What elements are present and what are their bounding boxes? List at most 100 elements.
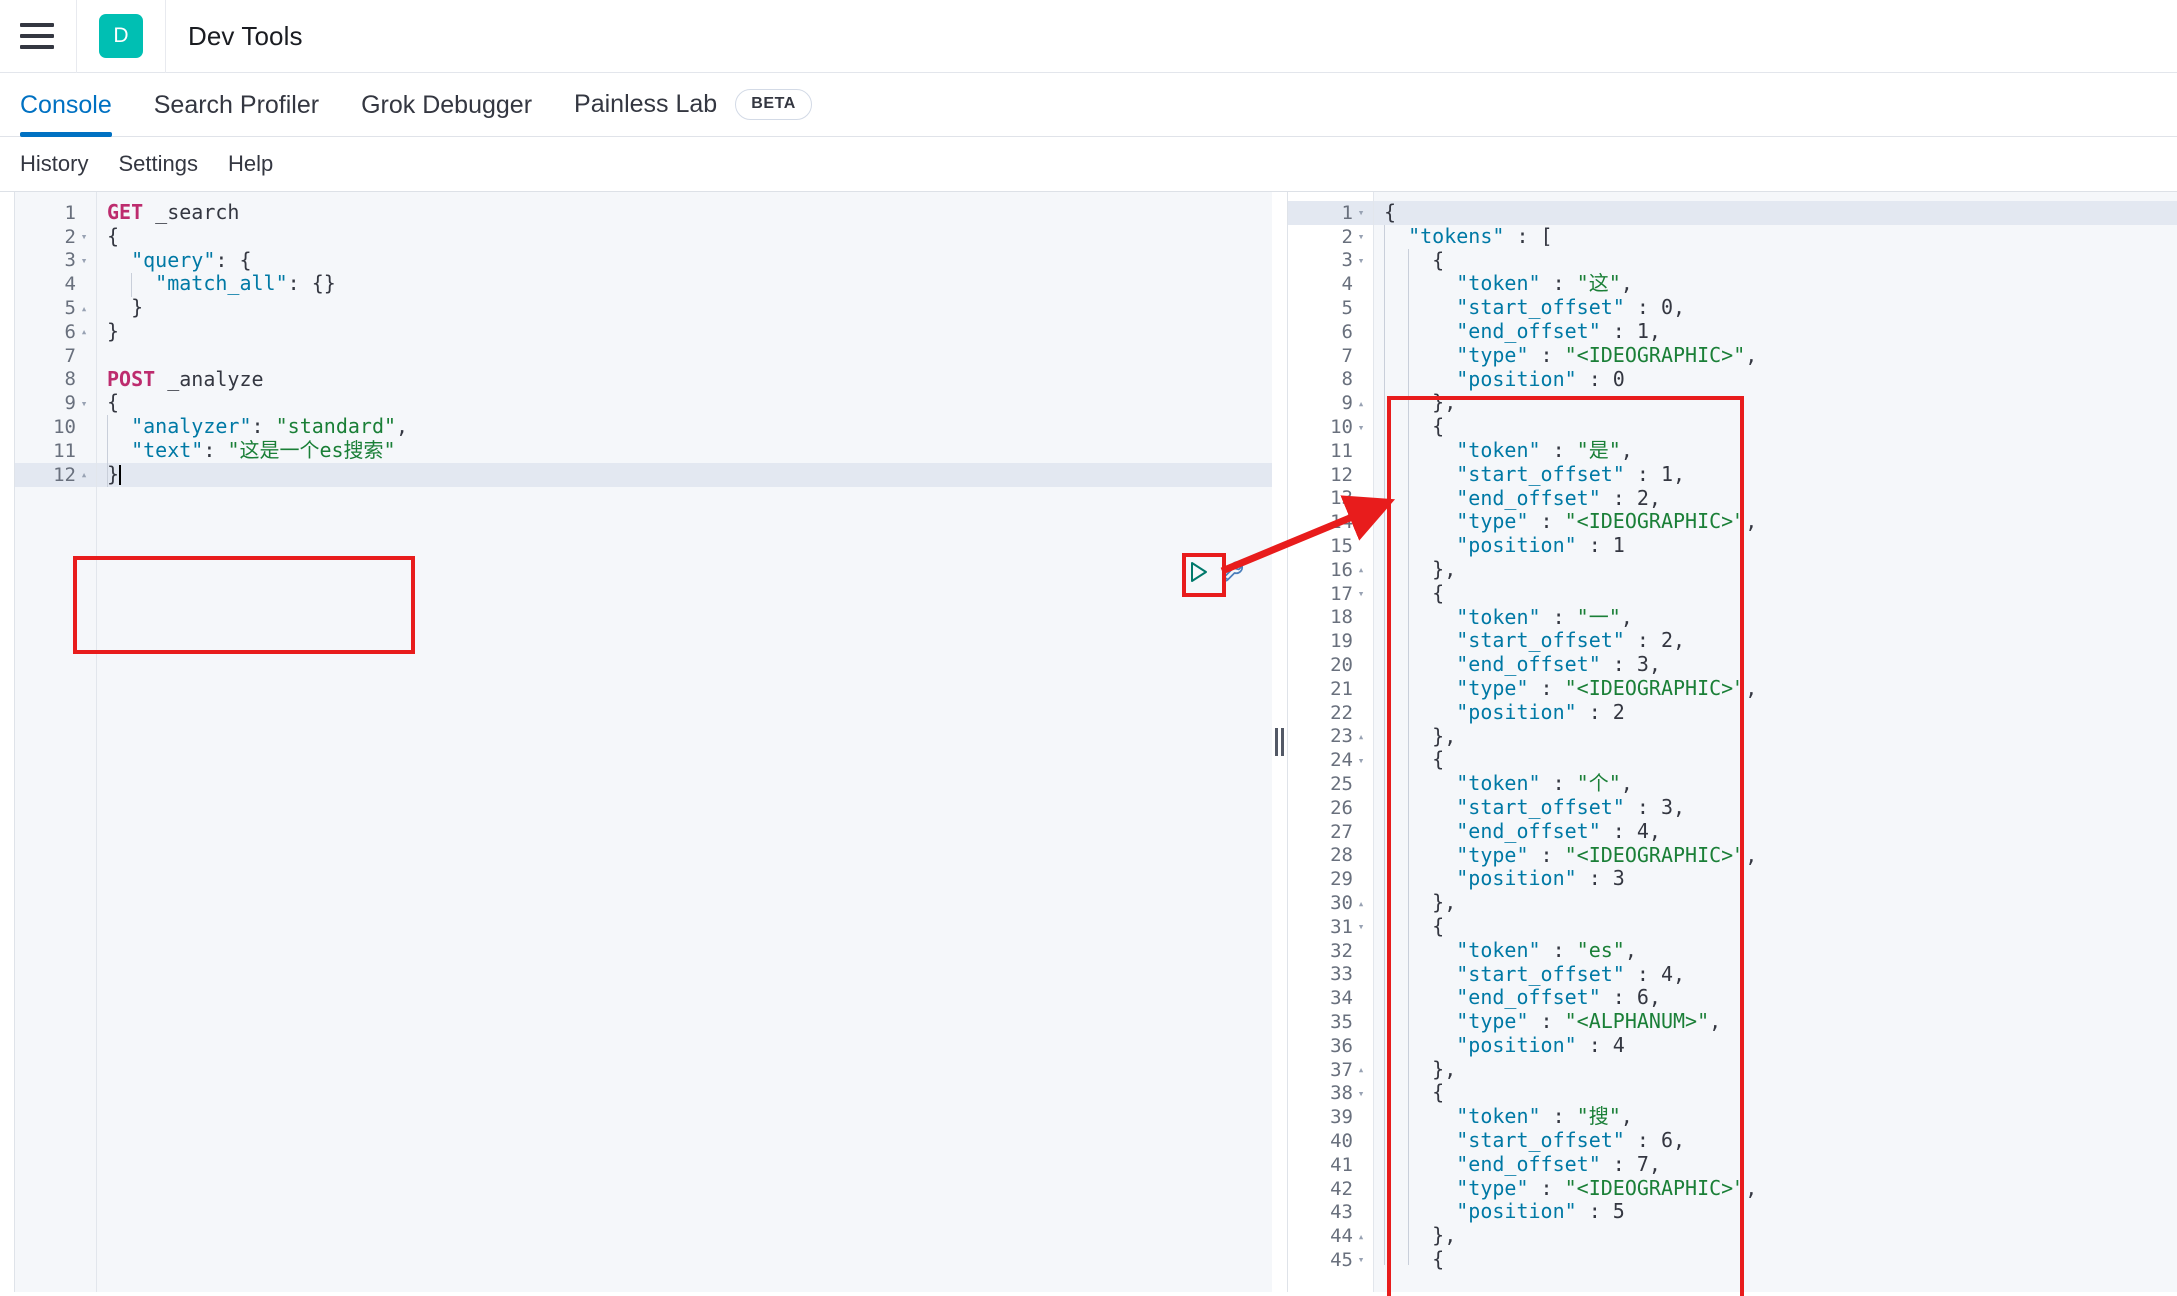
chevron-up-icon[interactable]: ▴ [1353, 564, 1369, 575]
tab-search-profiler[interactable]: Search Profiler [154, 91, 319, 136]
line-number-row[interactable]: 41 [1288, 1153, 1373, 1177]
code-line[interactable]: "token" : "这", [1384, 271, 2177, 296]
code-line[interactable]: } [97, 462, 1277, 487]
line-number-row[interactable]: 5 [1288, 296, 1373, 320]
line-number-row[interactable]: 24 ▾ [1288, 748, 1373, 772]
code-line[interactable]: "end_offset" : 2, [1384, 486, 2177, 511]
line-number-row[interactable]: 8 [15, 368, 96, 392]
line-number-row[interactable]: 7 [15, 344, 96, 368]
code-line[interactable]: { [1384, 581, 2177, 606]
chevron-up-icon[interactable]: ▴ [1353, 398, 1369, 409]
code-line[interactable]: { [1384, 414, 2177, 439]
line-number-row[interactable]: 37 ▴ [1288, 1058, 1373, 1082]
code-line[interactable]: }, [1384, 1057, 2177, 1082]
line-number-row[interactable]: 9 ▾ [15, 391, 96, 415]
chevron-up-icon[interactable]: ▴ [76, 326, 92, 337]
code-line[interactable]: "end_offset" : 6, [1384, 985, 2177, 1010]
code-line[interactable]: "start_offset" : 4, [1384, 962, 2177, 987]
line-number-row[interactable]: 35 [1288, 1010, 1373, 1034]
chevron-up-icon[interactable]: ▴ [1353, 898, 1369, 909]
code-line[interactable]: }, [1384, 557, 2177, 582]
code-line[interactable]: "token" : "是", [1384, 438, 2177, 463]
line-number-row[interactable]: 13 [1288, 487, 1373, 511]
code-line[interactable]: "text": "这是一个es搜索" [107, 438, 1277, 463]
line-number-row[interactable]: 12 ▴ [15, 462, 96, 487]
code-line[interactable]: "position" : 3 [1384, 866, 2177, 891]
line-number-row[interactable]: 9 ▴ [1288, 391, 1373, 415]
line-number-row[interactable]: 36 [1288, 1034, 1373, 1058]
line-number-row[interactable]: 31 ▾ [1288, 915, 1373, 939]
line-number-row[interactable]: 45 ▾ [1288, 1248, 1373, 1272]
app-logo[interactable]: D [99, 14, 143, 58]
code-line[interactable]: "token" : "个", [1384, 771, 2177, 796]
code-line[interactable]: { [107, 224, 1277, 249]
code-line[interactable]: "analyzer": "standard", [107, 414, 1277, 439]
chevron-down-icon[interactable]: ▾ [76, 231, 92, 242]
line-number-row[interactable]: 21 [1288, 677, 1373, 701]
code-line[interactable]: "start_offset" : 0, [1384, 295, 2177, 320]
request-editor[interactable]: 1 2 ▾ 3 ▾ 4 5 ▴ 6 ▴ 7 8 9 ▾ 10 11 12 ▴ GET _search{ "quer… [0, 192, 1277, 1292]
chevron-down-icon[interactable]: ▾ [1353, 588, 1369, 599]
line-number-row[interactable]: 19 [1288, 629, 1373, 653]
line-number-row[interactable]: 38 ▾ [1288, 1081, 1373, 1105]
chevron-up-icon[interactable]: ▴ [76, 469, 92, 480]
code-line[interactable]: { [107, 390, 1277, 415]
code-line[interactable]: { [1384, 1247, 2177, 1272]
line-number-row[interactable]: 34 [1288, 986, 1373, 1010]
line-number-row[interactable]: 3 ▾ [1288, 249, 1373, 273]
wrench-icon[interactable] [1221, 559, 1247, 585]
tab-grok-debugger[interactable]: Grok Debugger [361, 91, 532, 136]
line-number-row[interactable]: 1 [15, 201, 96, 225]
code-line[interactable]: }, [1384, 1223, 2177, 1248]
line-number-row[interactable]: 42 [1288, 1177, 1373, 1201]
chevron-down-icon[interactable]: ▾ [1353, 921, 1369, 932]
code-line[interactable]: } [107, 295, 1277, 320]
code-line[interactable]: "end_offset" : 1, [1384, 319, 2177, 344]
line-number-row[interactable]: 6 ▴ [15, 320, 96, 344]
line-number-row[interactable]: 29 [1288, 867, 1373, 891]
code-line[interactable]: "type" : "<IDEOGRAPHIC>", [1384, 1176, 2177, 1201]
code-line[interactable]: "position" : 0 [1384, 367, 2177, 392]
chevron-up-icon[interactable]: ▴ [1353, 1064, 1369, 1075]
code-line[interactable]: "query": { [107, 248, 1277, 273]
line-number-row[interactable]: 39 [1288, 1105, 1373, 1129]
code-line[interactable]: "position" : 4 [1384, 1033, 2177, 1058]
line-number-row[interactable]: 10 ▾ [1288, 415, 1373, 439]
code-line[interactable]: { [1384, 248, 2177, 273]
chevron-down-icon[interactable]: ▾ [1353, 255, 1369, 266]
line-number-row[interactable]: 23 ▴ [1288, 725, 1373, 749]
response-gutter[interactable]: 1 ▾ 2 ▾ 3 ▾ 4 5 6 7 8 9 ▴ 10 ▾ 11 12 13 14 15 16 ▴ 17 ▾ 18 19 20 21… [1288, 192, 1374, 1292]
line-number-row[interactable]: 26 [1288, 796, 1373, 820]
line-number-row[interactable]: 20 [1288, 653, 1373, 677]
code-line[interactable]: "match_all": {} [107, 271, 1277, 296]
line-number-row[interactable]: 2 ▾ [15, 225, 96, 249]
code-line[interactable]: { [1384, 1081, 2177, 1105]
code-line[interactable]: }, [1384, 890, 2177, 915]
line-number-row[interactable]: 14 [1288, 510, 1373, 534]
code-line[interactable]: "position" : 2 [1384, 700, 2177, 725]
code-line[interactable]: "token" : "es", [1384, 938, 2177, 963]
line-number-row[interactable]: 30 ▴ [1288, 891, 1373, 915]
chevron-down-icon[interactable]: ▾ [1353, 1254, 1369, 1265]
line-number-row[interactable]: 1 ▾ [1288, 201, 1373, 225]
tab-console[interactable]: Console [20, 91, 112, 137]
code-line[interactable]: { [1384, 747, 2177, 772]
line-number-row[interactable]: 12 [1288, 463, 1373, 487]
line-number-row[interactable]: 2 ▾ [1288, 225, 1373, 249]
line-number-row[interactable]: 7 [1288, 344, 1373, 368]
response-viewer[interactable]: 1 ▾ 2 ▾ 3 ▾ 4 5 6 7 8 9 ▴ 10 ▾ 11 12 13 14 15 16 ▴ 17 ▾ 18 19 20 21… [1277, 192, 2177, 1292]
code-line[interactable]: "start_offset" : 1, [1384, 462, 2177, 487]
send-request-play-icon[interactable] [1185, 559, 1211, 585]
code-line[interactable]: "token" : "搜", [1384, 1104, 2177, 1129]
code-line[interactable]: "start_offset" : 2, [1384, 628, 2177, 653]
line-number-row[interactable]: 8 [1288, 368, 1373, 392]
line-number-row[interactable]: 32 [1288, 939, 1373, 963]
code-line[interactable]: { [1374, 200, 2177, 225]
code-line[interactable]: "position" : 1 [1384, 533, 2177, 558]
chevron-up-icon[interactable]: ▴ [1353, 731, 1369, 742]
line-number-row[interactable]: 33 [1288, 963, 1373, 987]
code-line[interactable]: "type" : "<ALPHANUM>", [1384, 1009, 2177, 1034]
line-number-row[interactable]: 16 ▴ [1288, 558, 1373, 582]
chevron-down-icon[interactable]: ▾ [1353, 231, 1369, 242]
line-number-row[interactable]: 4 [15, 272, 96, 296]
